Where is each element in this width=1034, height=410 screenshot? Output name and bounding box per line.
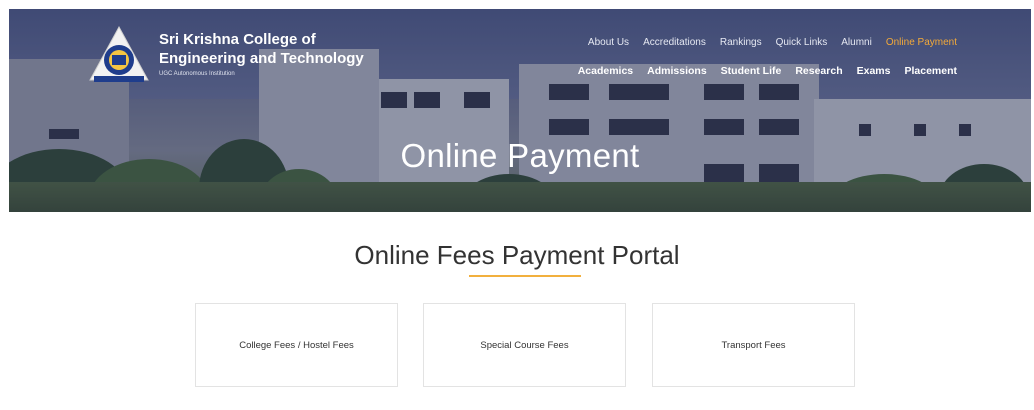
college-name-line1: Sri Krishna College of bbox=[159, 31, 316, 48]
college-hostel-fees-label: College Fees / Hostel Fees bbox=[239, 339, 354, 351]
college-tagline: UGC Autonomous Institution bbox=[159, 71, 235, 77]
nav-about-us[interactable]: About Us bbox=[588, 37, 629, 48]
hero-title: Online Payment bbox=[400, 137, 640, 174]
college-name-line2: Engineering and Technology bbox=[159, 50, 364, 67]
nav-research[interactable]: Research bbox=[795, 65, 842, 77]
nav-rankings[interactable]: Rankings bbox=[720, 37, 762, 48]
nav-student-life[interactable]: Student Life bbox=[721, 65, 782, 77]
nav-admissions[interactable]: Admissions bbox=[647, 65, 707, 77]
main-nav: Academics Admissions Student Life Resear… bbox=[564, 65, 957, 77]
special-course-fees-label: Special Course Fees bbox=[480, 339, 569, 351]
nav-exams[interactable]: Exams bbox=[857, 65, 891, 77]
nav-accreditations[interactable]: Accreditations bbox=[643, 37, 706, 48]
transport-fees-label: Transport Fees bbox=[721, 339, 786, 351]
title-underline bbox=[469, 275, 581, 277]
nav-placement[interactable]: Placement bbox=[904, 65, 957, 77]
nav-academics[interactable]: Academics bbox=[578, 65, 633, 77]
nav-quick-links[interactable]: Quick Links bbox=[776, 37, 828, 48]
nav-online-payment[interactable]: Online Payment bbox=[886, 37, 957, 48]
college-logo-icon[interactable] bbox=[88, 26, 150, 84]
transport-fees-card[interactable]: Transport Fees bbox=[652, 303, 855, 387]
college-name[interactable]: Sri Krishna College of Engineering and T… bbox=[159, 30, 364, 79]
nav-alumni[interactable]: Alumni bbox=[841, 37, 872, 48]
college-hostel-fees-card[interactable]: College Fees / Hostel Fees bbox=[195, 303, 398, 387]
hero-banner: Sri Krishna College of Engineering and T… bbox=[9, 9, 1031, 212]
portal-title: Online Fees Payment Portal bbox=[354, 240, 680, 270]
top-nav: About Us Accreditations Rankings Quick L… bbox=[574, 37, 957, 48]
special-course-fees-card[interactable]: Special Course Fees bbox=[423, 303, 626, 387]
